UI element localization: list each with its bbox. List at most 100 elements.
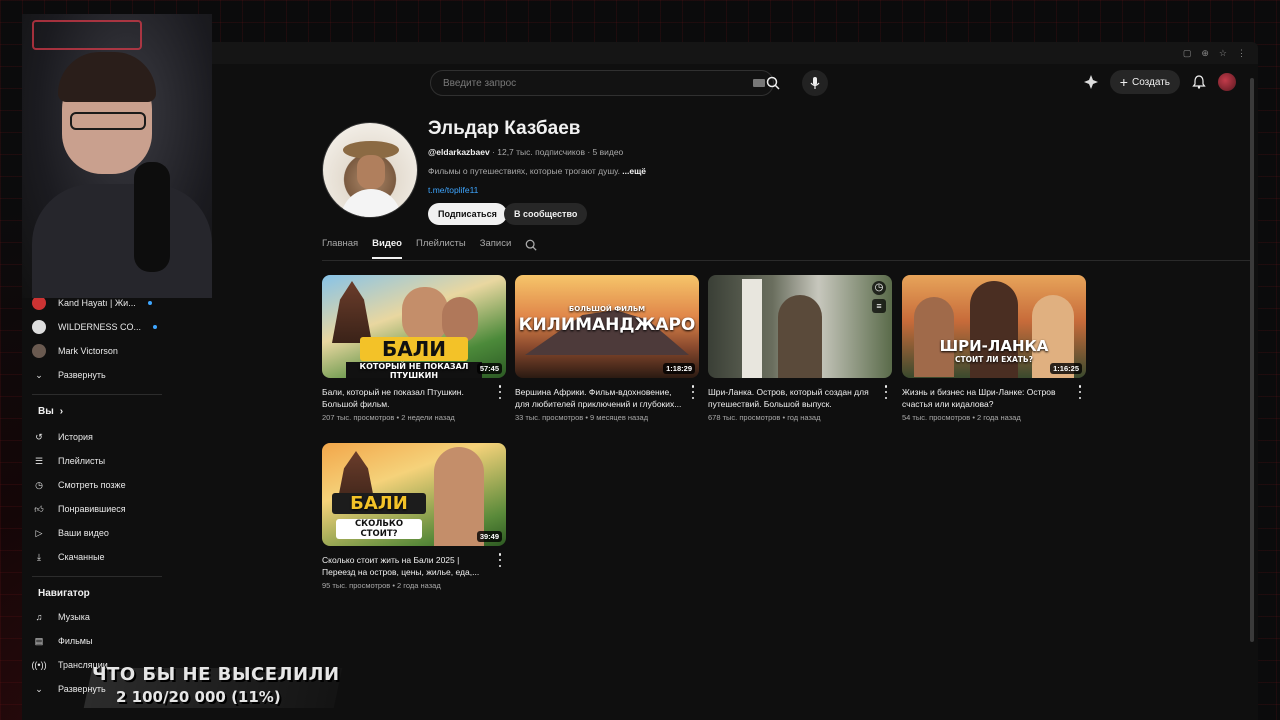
search-input[interactable] [443,77,733,89]
sidebar-divider [32,394,162,395]
streamer-hair [58,52,156,102]
search-box[interactable] [430,70,774,96]
sidebar-item-liked[interactable]: 👍︎ Понравившиеся [32,498,162,520]
stream-frame: ▢ ⊕ ☆ ⋮ + Создать [0,0,1280,720]
video-card[interactable]: БАЛИ КОТОРЫЙ НЕ ПОКАЗАЛ ПТУШКИН 57:45 Ба… [322,275,506,422]
new-content-dot [147,301,152,305]
sidebar-item-label: Фильмы [58,636,93,646]
sidebar-item-playlists[interactable]: ☰ Плейлисты [32,450,162,472]
header-actions: + Создать [1083,70,1236,94]
your-videos-icon: ▷ [35,527,43,538]
video-card[interactable]: БОЛЬШОЙ ФИЛЬМ КИЛИМАНДЖАРО 1:18:29 Верши… [515,275,699,422]
video-title[interactable]: Сколько стоит жить на Бали 2025 | Переез… [322,554,506,578]
video-thumbnail[interactable]: ◷ ≡ [708,275,892,378]
video-thumbnail[interactable]: БАЛИ СКОЛЬКО СТОИТ? 39:49 [322,443,506,546]
section-title: Навигатор [38,588,90,599]
thumb-person [434,447,484,546]
channel-search-icon[interactable] [525,239,537,251]
add-to-queue-icon[interactable]: ≡ [872,299,886,313]
neon-sign [32,20,142,50]
thumb-subtitle: КОТОРЫЙ НЕ ПОКАЗАЛ ПТУШКИН [346,362,482,378]
avatar-face [357,155,385,189]
sidebar-you-title[interactable]: Вы › [38,406,63,417]
channel-link[interactable]: t.me/toplife11 [428,185,478,195]
video-card[interactable]: БАЛИ СКОЛЬКО СТОИТ? 39:49 Сколько стоит … [322,443,506,590]
goal-title: ЧТО БЫ НЕ ВЫСЕЛИЛИ [92,664,340,685]
video-title[interactable]: Шри-Ланка. Остров, который создан для пу… [708,386,892,410]
watch-later-icon: ◷ [35,479,43,490]
thumb-title: БАЛИ [360,337,468,361]
account-avatar[interactable] [1218,73,1236,91]
sidebar-item-films[interactable]: ▤ Фильмы [32,630,162,652]
more-actions-icon[interactable] [496,385,504,399]
video-meta: 54 тыс. просмотров • 2 года назад [902,413,1021,422]
streamer-microphone [134,162,170,272]
channel-description[interactable]: Фильмы о путешествиях, которые трогают д… [428,166,646,176]
chevron-down-icon: ⌄ [35,369,43,380]
sidebar-item-history[interactable]: ↺ История [32,426,162,448]
voice-search-button[interactable] [802,70,828,96]
channel-avatar [32,296,46,310]
thumb-pillar [742,279,762,378]
star-icon[interactable]: ☆ [1219,48,1227,59]
video-card[interactable]: ШРИ-ЛАНКА СТОИТ ЛИ ЕХАТЬ? 1:16:25 Жизнь … [902,275,1086,422]
channel-name: Эльдар Казбаев [428,118,581,139]
plus-icon: + [1119,74,1128,90]
new-content-dot [153,325,158,329]
sidebar-sub-wilderness[interactable]: WILDERNESS CO... [32,316,162,338]
sidebar-item-music[interactable]: ♫ Музыка [32,606,162,628]
playlists-icon: ☰ [34,455,44,466]
create-button[interactable]: + Создать [1109,70,1180,94]
more-actions-icon[interactable] [689,385,697,399]
sidebar-item-your-videos[interactable]: ▷ Ваши видео [32,522,162,544]
gemini-icon[interactable] [1083,75,1098,89]
bell-icon[interactable] [1192,75,1206,89]
tab-playlists[interactable]: Плейлисты [416,238,466,257]
more-link[interactable]: ...ещё [622,166,646,176]
sidebar-sub-mark[interactable]: Mark Victorson [32,340,162,362]
more-actions-icon[interactable] [496,553,504,567]
tab-home[interactable]: Главная [322,238,358,257]
video-thumbnail[interactable]: БАЛИ КОТОРЫЙ НЕ ПОКАЗАЛ ПТУШКИН 57:45 [322,275,506,378]
watch-later-icon[interactable]: ◷ [872,281,886,295]
video-title[interactable]: Жизнь и бизнес на Шри-Ланке: Остров счас… [902,386,1086,410]
create-label: Создать [1131,76,1170,88]
avatar-shirt [341,189,401,217]
thumb-person [778,295,822,378]
sidebar-item-watch-later[interactable]: ◷ Смотреть позже [32,474,162,496]
goal-progress: 2 100/20 000 (11%) [116,688,281,706]
extension-icon[interactable]: ▢ [1183,48,1192,59]
sidebar-item-label: Понравившиеся [58,504,126,514]
video-thumbnail[interactable]: ШРИ-ЛАНКА СТОИТ ЛИ ЕХАТЬ? 1:16:25 [902,275,1086,378]
video-duration: 39:49 [476,531,502,542]
video-card[interactable]: ◷ ≡ Шри-Ланка. Остров, который создан дл… [708,275,892,422]
live-icon: ((•)) [31,660,47,670]
more-actions-icon[interactable] [1076,385,1084,399]
video-meta: 95 тыс. просмотров • 2 года назад [322,581,441,590]
video-title[interactable]: Вершина Африки. Фильм-вдохновение, для л… [515,386,699,410]
thumb-title: БАЛИ [332,493,426,514]
sidebar-item-label: История [58,432,93,442]
sidebar-expand-subs[interactable]: ⌄ Развернуть [32,364,162,386]
tab-posts[interactable]: Записи [480,238,512,257]
page-scrollbar[interactable] [1250,78,1254,642]
search-button[interactable] [758,70,788,96]
video-thumbnail[interactable]: БОЛЬШОЙ ФИЛЬМ КИЛИМАНДЖАРО 1:18:29 [515,275,699,378]
sidebar-item-label: Mark Victorson [58,346,118,356]
video-title[interactable]: Бали, который не показал Птушкин. Большо… [322,386,506,410]
sidebar-item-label: Развернуть [58,370,106,380]
more-actions-icon[interactable] [882,385,890,399]
sidebar-item-label: Музыка [58,612,90,622]
menu-icon[interactable]: ⋮ [1237,48,1246,59]
tabs-divider [322,260,1252,261]
tab-videos[interactable]: Видео [372,238,402,259]
sidebar-item-downloads[interactable]: ⤓ Скачанные [32,546,162,568]
streamer-body [32,184,212,298]
subscribe-button[interactable]: Подписаться [428,203,507,225]
music-icon: ♫ [35,612,43,622]
join-community-button[interactable]: В сообщество [504,203,588,225]
sidebar-item-label: Ваши видео [58,528,109,538]
video-duration: 57:45 [476,363,502,374]
zoom-icon[interactable]: ⊕ [1201,48,1209,59]
video-meta: 678 тыс. просмотров • год назад [708,413,821,422]
